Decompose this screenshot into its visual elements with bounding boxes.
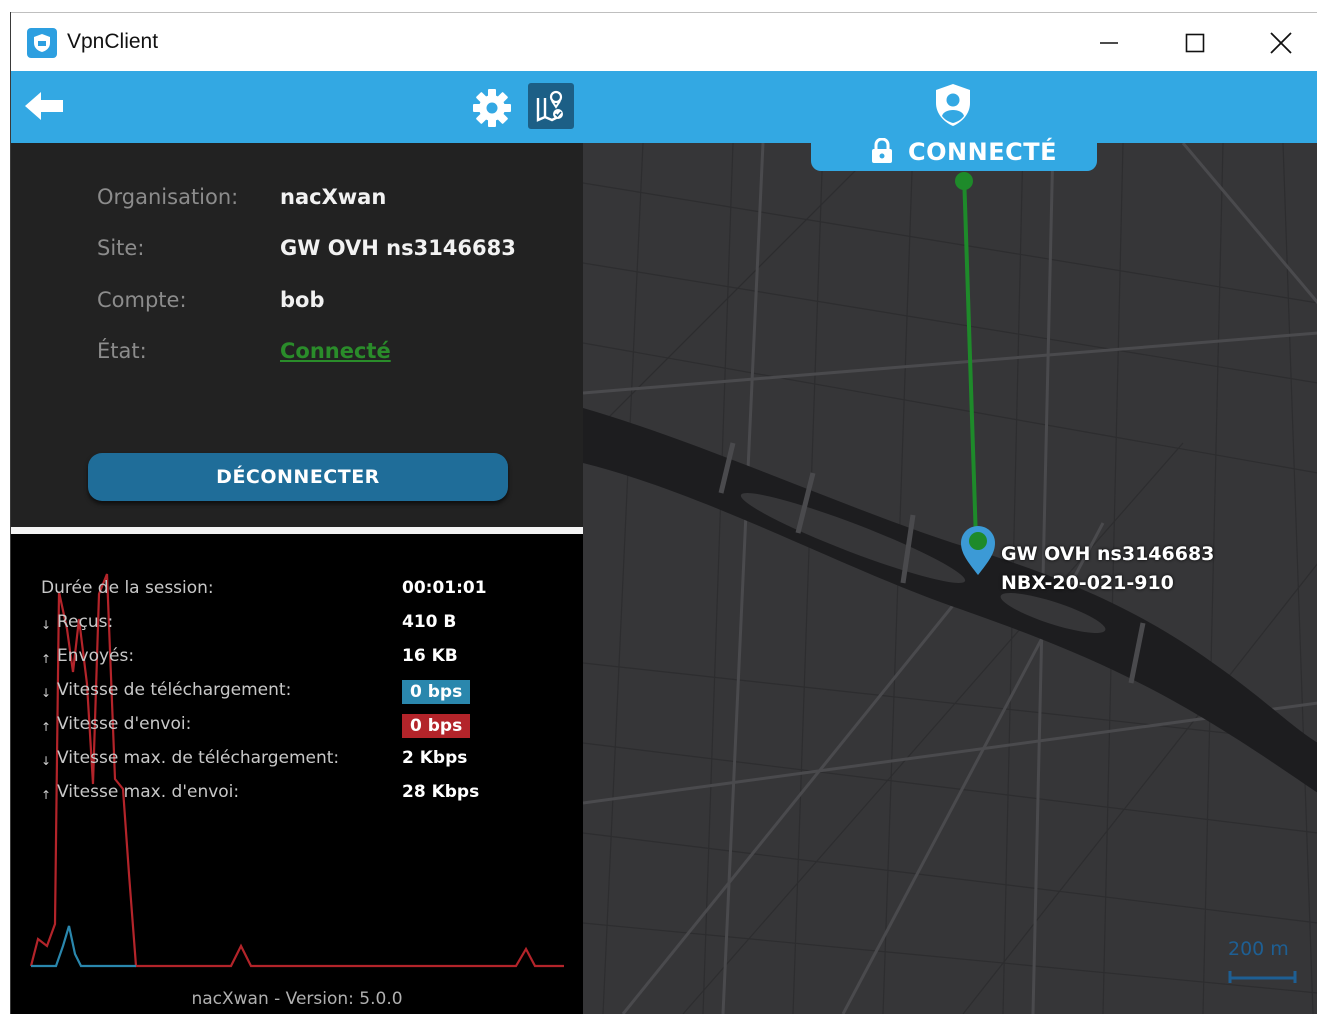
version-text: nacXwan - Version: 5.0.0 (191, 989, 403, 1009)
organisation-label: Organisation: (97, 185, 239, 209)
marker-label-site: GW OVH ns3146683 (1001, 543, 1215, 565)
close-button[interactable] (1238, 13, 1317, 72)
panel-divider (11, 527, 583, 534)
arrow-up-icon: ↑ (41, 720, 52, 734)
close-icon (1270, 31, 1292, 54)
arrow-down-icon: ↓ (41, 686, 52, 700)
arrow-down-icon: ↓ (41, 618, 52, 632)
map-view[interactable]: GW OVH ns3146683 NBX-20-021-910 200 m (583, 143, 1317, 1014)
stat-value: 16 KB (402, 646, 458, 666)
stat-row-upload-speed: ↑ Vitesse d'envoi: 0 bps (39, 714, 579, 740)
lock-icon (872, 138, 892, 163)
minimize-icon (1100, 41, 1118, 44)
stat-label: Vitesse de téléchargement: (57, 680, 292, 700)
arrow-up-icon: ↑ (41, 652, 52, 666)
route-line (962, 172, 978, 542)
settings-button[interactable] (471, 87, 513, 129)
marker-label-device: NBX-20-021-910 (1001, 572, 1174, 594)
state-label: État: (97, 339, 147, 363)
stat-row-max-upload-speed: ↑ Vitesse max. d'envoi: 28 Kbps (39, 782, 579, 808)
stat-label: Vitesse max. de téléchargement: (57, 748, 340, 768)
site-label: Site: (97, 236, 145, 260)
stat-value: 2 Kbps (402, 748, 468, 768)
account-value: bob (280, 288, 325, 312)
account-label: Compte: (97, 288, 187, 312)
session-stats-panel: Durée de la session: 00:01:01 ↓ Reçus: 4… (11, 534, 583, 1014)
window-title: VpnClient (67, 30, 159, 53)
title-bar: VpnClient (11, 12, 1317, 72)
maximize-button[interactable] (1152, 13, 1238, 72)
stat-value: 00:01:01 (402, 578, 487, 598)
stat-label: Reçus: (57, 612, 114, 632)
site-value: GW OVH ns3146683 (280, 236, 516, 260)
stat-label: Vitesse d'envoi: (57, 714, 192, 734)
arrow-down-icon: ↓ (41, 754, 52, 768)
arrow-left-icon (25, 92, 63, 120)
stat-row-session-duration: Durée de la session: 00:01:01 (39, 578, 579, 604)
connection-status-tab: CONNECTÉ (811, 130, 1097, 171)
stat-row-received: ↓ Reçus: 410 B (39, 612, 579, 638)
map-toggle-button[interactable] (528, 83, 574, 129)
map-scale-label: 200 m (1228, 938, 1289, 960)
connection-info-panel: Organisation: nacXwan Site: GW OVH ns314… (11, 143, 583, 527)
stat-value: 28 Kbps (402, 782, 480, 802)
gear-icon (473, 89, 511, 127)
street-map (583, 143, 1317, 1014)
disconnect-button[interactable]: DÉCONNECTER (88, 453, 508, 501)
minimize-button[interactable] (1066, 13, 1152, 72)
stat-row-download-speed: ↓ Vitesse de téléchargement: 0 bps (39, 680, 579, 706)
map-scale-bar (1228, 971, 1297, 983)
river (583, 408, 1317, 793)
stat-label: Durée de la session: (41, 578, 214, 598)
stat-label: Envoyés: (57, 646, 135, 666)
stat-label: Vitesse max. d'envoi: (57, 782, 240, 802)
arrow-up-icon: ↑ (41, 788, 52, 802)
upload-speed-badge: 0 bps (402, 714, 471, 738)
app-shield-icon (27, 28, 57, 58)
connection-status-text: CONNECTÉ (908, 138, 1057, 166)
stat-row-max-download-speed: ↓ Vitesse max. de téléchargement: 2 Kbps (39, 748, 579, 774)
organisation-value: nacXwan (280, 185, 387, 209)
traffic-graph (29, 573, 564, 968)
stat-value: 410 B (402, 612, 457, 632)
state-value-link[interactable]: Connecté (280, 339, 391, 363)
download-speed-badge: 0 bps (402, 680, 471, 704)
vpn-client-window: VpnClient Organisation: nacXwan Site: GW… (10, 12, 1317, 1014)
toolbar (11, 71, 1317, 143)
shield-user-icon (934, 83, 972, 131)
back-button[interactable] (23, 89, 67, 123)
stat-row-sent: ↑ Envoyés: 16 KB (39, 646, 579, 672)
map-location-icon (536, 90, 563, 122)
maximize-icon (1185, 33, 1205, 52)
